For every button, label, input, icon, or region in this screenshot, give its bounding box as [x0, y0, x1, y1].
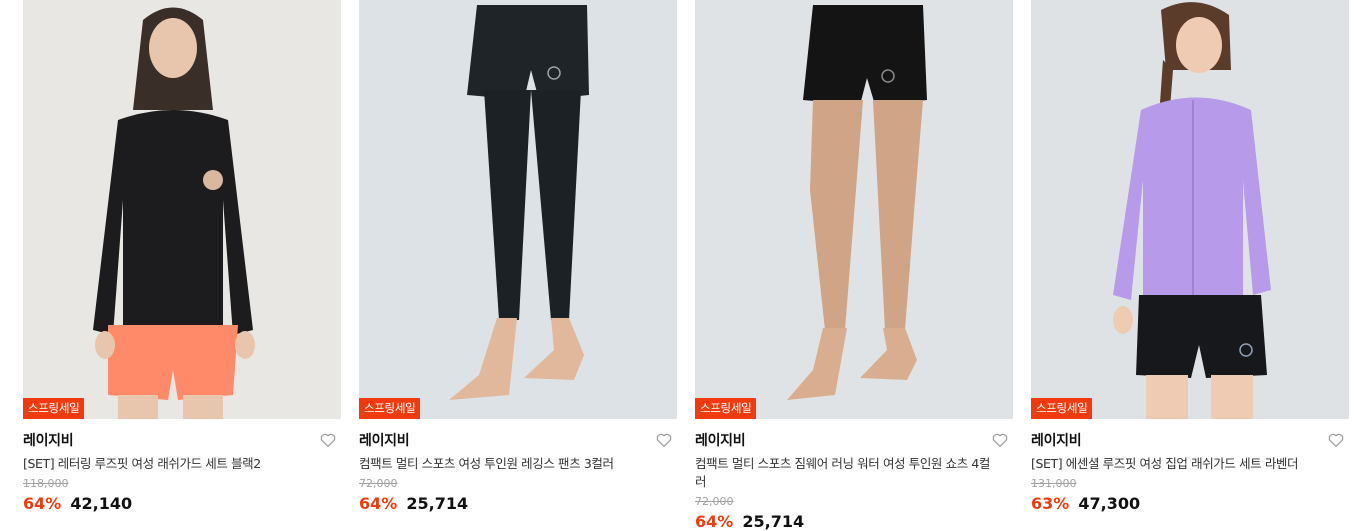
- product-photo-woman-lavender-zipup: [1031, 0, 1349, 419]
- heart-outline-icon[interactable]: [1327, 431, 1345, 449]
- product-card[interactable]: 스프링세일 레이지비 [SET] 레터링 루즈핏 여성 래쉬가드 세트 블랙2 …: [23, 0, 341, 528]
- product-image[interactable]: 스프링세일: [695, 0, 1013, 419]
- brand-name[interactable]: 레이지비: [1031, 431, 1349, 451]
- original-price: 72,000: [359, 477, 398, 490]
- sale-price: 42,140: [70, 494, 133, 513]
- discount-rate: 64%: [23, 494, 62, 513]
- sale-badge: 스프링세일: [1031, 398, 1093, 419]
- product-card[interactable]: 스프링세일 레이지비 [SET] 에센셜 루즈핏 여성 집업 래쉬가드 세트 라…: [1031, 0, 1349, 528]
- heart-outline-icon[interactable]: [991, 431, 1009, 449]
- sale-price: 25,714: [406, 494, 469, 513]
- product-photo-legging-pants: [359, 0, 677, 419]
- price-row: 64% 25,714: [359, 494, 677, 513]
- product-image[interactable]: 스프링세일: [23, 0, 341, 419]
- product-card[interactable]: 스프링세일 레이지비 컴팩트 멀티 스포츠 짐웨어 러닝 워터 여성 투인원 쇼…: [695, 0, 1013, 531]
- heart-outline-icon[interactable]: [655, 431, 673, 449]
- product-image[interactable]: 스프링세일: [359, 0, 677, 419]
- brand-name[interactable]: 레이지비: [23, 431, 341, 451]
- product-title[interactable]: 컴팩트 멀티 스포츠 여성 투인원 레깅스 팬츠 3컬러: [359, 455, 659, 473]
- original-price: 72,000: [695, 495, 734, 508]
- discount-rate: 64%: [695, 512, 734, 531]
- brand-name[interactable]: 레이지비: [695, 431, 1013, 451]
- brand-row: 레이지비: [695, 431, 1013, 455]
- product-photo-woman-black-rashguard: [23, 0, 341, 419]
- sale-price: 25,714: [742, 512, 805, 531]
- price-row: 64% 42,140: [23, 494, 341, 513]
- product-title[interactable]: [SET] 레터링 루즈핏 여성 래쉬가드 세트 블랙2: [23, 455, 323, 473]
- sale-badge: 스프링세일: [695, 398, 757, 419]
- discount-rate: 64%: [359, 494, 398, 513]
- product-grid: 스프링세일 레이지비 [SET] 레터링 루즈핏 여성 래쉬가드 세트 블랙2 …: [0, 0, 1354, 531]
- brand-row: 레이지비: [23, 431, 341, 455]
- sale-badge: 스프링세일: [23, 398, 85, 419]
- product-image[interactable]: 스프링세일: [1031, 0, 1349, 419]
- brand-row: 레이지비: [359, 431, 677, 455]
- product-title[interactable]: [SET] 에센셜 루즈핏 여성 집업 래쉬가드 세트 라벤더: [1031, 455, 1331, 473]
- price-row: 64% 25,714: [695, 512, 1013, 531]
- product-title[interactable]: 컴팩트 멀티 스포츠 짐웨어 러닝 워터 여성 투인원 쇼츠 4컬러: [695, 455, 995, 491]
- sale-badge: 스프링세일: [359, 398, 421, 419]
- sale-price: 47,300: [1078, 494, 1141, 513]
- brand-name[interactable]: 레이지비: [359, 431, 677, 451]
- brand-row: 레이지비: [1031, 431, 1349, 455]
- original-price: 118,000: [23, 477, 69, 490]
- discount-rate: 63%: [1031, 494, 1070, 513]
- product-card[interactable]: 스프링세일 레이지비 컴팩트 멀티 스포츠 여성 투인원 레깅스 팬츠 3컬러 …: [359, 0, 677, 528]
- original-price: 131,000: [1031, 477, 1077, 490]
- product-photo-running-shorts: [695, 0, 1013, 419]
- heart-outline-icon[interactable]: [319, 431, 337, 449]
- price-row: 63% 47,300: [1031, 494, 1349, 513]
